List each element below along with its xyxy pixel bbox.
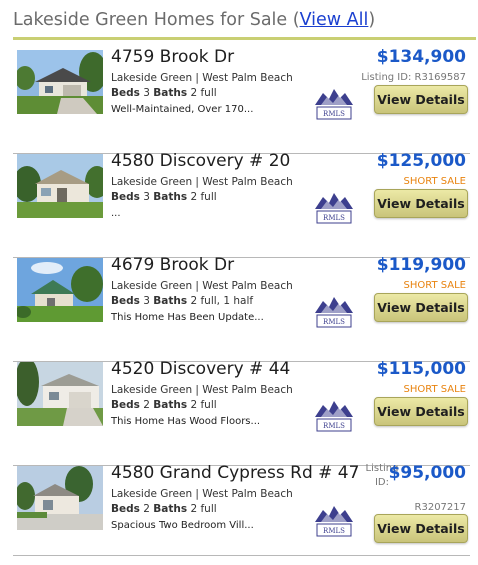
baths-label: Baths: [153, 503, 188, 515]
view-details-button[interactable]: View Details: [374, 514, 468, 543]
listing-price: $119,900: [376, 255, 466, 275]
beds-value: 2: [143, 503, 150, 515]
page-title: Lakeside Green Homes for Sale (View All): [13, 10, 473, 36]
view-all-link[interactable]: View All: [300, 10, 369, 30]
beds-value: 3: [143, 191, 150, 203]
beds-value: 2: [143, 399, 150, 411]
listing-description: ...: [111, 208, 121, 219]
baths-value: 2 full: [190, 191, 217, 203]
beds-label: Beds: [111, 399, 140, 411]
listing-beds-baths: Beds 3 Baths 2 full: [111, 87, 217, 99]
short-sale-badge: SHORT SALE: [403, 280, 466, 291]
beds-label: Beds: [111, 295, 140, 307]
rmls-logo: RMLS: [313, 293, 355, 331]
rmls-logo: RMLS: [313, 397, 355, 435]
listing-location: Lakeside Green | West Palm Beach: [111, 280, 293, 292]
listing-item: 4679 Brook Dr Lakeside Green | West Palm…: [13, 255, 476, 362]
beds-value: 3: [143, 87, 150, 99]
beds-label: Beds: [111, 503, 140, 515]
listing-beds-baths: Beds 2 Baths 2 full: [111, 399, 217, 411]
baths-value: 2 full: [190, 399, 217, 411]
view-details-button[interactable]: View Details: [374, 85, 468, 114]
rmls-logo: RMLS: [313, 189, 355, 227]
view-details-button[interactable]: View Details: [374, 293, 468, 322]
listing-price: $125,000: [376, 151, 466, 171]
listing-item: 4759 Brook Dr Lakeside Green | West Palm…: [13, 47, 476, 154]
listing-address[interactable]: 4520 Discovery # 44: [111, 359, 290, 379]
baths-label: Baths: [153, 295, 188, 307]
listing-location: Lakeside Green | West Palm Beach: [111, 176, 293, 188]
listing-photo[interactable]: [17, 258, 103, 322]
svg-text:RMLS: RMLS: [323, 214, 345, 222]
listing-description: This Home Has Wood Floors...: [111, 416, 261, 427]
listing-price: $115,000: [376, 359, 466, 379]
rmls-logo: RMLS: [313, 502, 355, 540]
listing-item: 4580 Discovery # 20 Lakeside Green | Wes…: [13, 151, 476, 258]
paren-close: ): [368, 10, 376, 30]
listing-photo[interactable]: [17, 362, 103, 426]
page-title-text: Lakeside Green Homes for Sale: [13, 10, 288, 30]
baths-label: Baths: [153, 399, 188, 411]
beds-label: Beds: [111, 87, 140, 99]
paren-open: (: [292, 10, 300, 30]
listing-address[interactable]: 4759 Brook Dr: [111, 47, 234, 67]
listing-photo[interactable]: [17, 466, 103, 530]
listing-photo[interactable]: [17, 50, 103, 114]
header-divider: [13, 37, 476, 40]
listing-price: $134,900: [376, 47, 466, 67]
listing-beds-baths: Beds 2 Baths 2 full: [111, 503, 217, 515]
baths-label: Baths: [153, 191, 188, 203]
listing-address[interactable]: 4679 Brook Dr: [111, 255, 234, 275]
listing-price: $95,000: [388, 463, 466, 483]
baths-value: 2 full: [190, 87, 217, 99]
listing-id: R3207217: [414, 502, 466, 513]
listing-description: Well-Maintained, Over 170...: [111, 104, 254, 115]
baths-label: Baths: [153, 87, 188, 99]
svg-text:RMLS: RMLS: [323, 422, 345, 430]
listing-beds-baths: Beds 3 Baths 2 full: [111, 191, 217, 203]
listing-item: 4580 Grand Cypress Rd # 47 Lakeside Gree…: [13, 463, 476, 556]
listing-location: Lakeside Green | West Palm Beach: [111, 384, 293, 396]
svg-text:RMLS: RMLS: [323, 110, 345, 118]
baths-value: 2 full, 1 half: [190, 295, 254, 307]
view-details-button[interactable]: View Details: [374, 397, 468, 426]
listing-id: Listing ID: R3169587: [361, 72, 466, 83]
rmls-logo: RMLS: [313, 85, 355, 123]
listing-location: Lakeside Green | West Palm Beach: [111, 72, 293, 84]
listing-address[interactable]: 4580 Discovery # 20: [111, 151, 290, 171]
listing-item: 4520 Discovery # 44 Lakeside Green | Wes…: [13, 359, 476, 466]
listing-description: This Home Has Been Update...: [111, 312, 264, 323]
beds-value: 3: [143, 295, 150, 307]
short-sale-badge: SHORT SALE: [403, 176, 466, 187]
listing-divider: [13, 555, 470, 556]
listing-address[interactable]: 4580 Grand Cypress Rd # 47: [111, 463, 359, 483]
beds-label: Beds: [111, 191, 140, 203]
svg-text:RMLS: RMLS: [323, 527, 345, 535]
listing-photo[interactable]: [17, 154, 103, 218]
baths-value: 2 full: [190, 503, 217, 515]
short-sale-badge: SHORT SALE: [403, 384, 466, 395]
view-details-button[interactable]: View Details: [374, 189, 468, 218]
listing-description: Spacious Two Bedroom Vill...: [111, 520, 254, 531]
svg-text:RMLS: RMLS: [323, 318, 345, 326]
listing-beds-baths: Beds 3 Baths 2 full, 1 half: [111, 295, 253, 307]
listing-location: Lakeside Green | West Palm Beach: [111, 488, 293, 500]
